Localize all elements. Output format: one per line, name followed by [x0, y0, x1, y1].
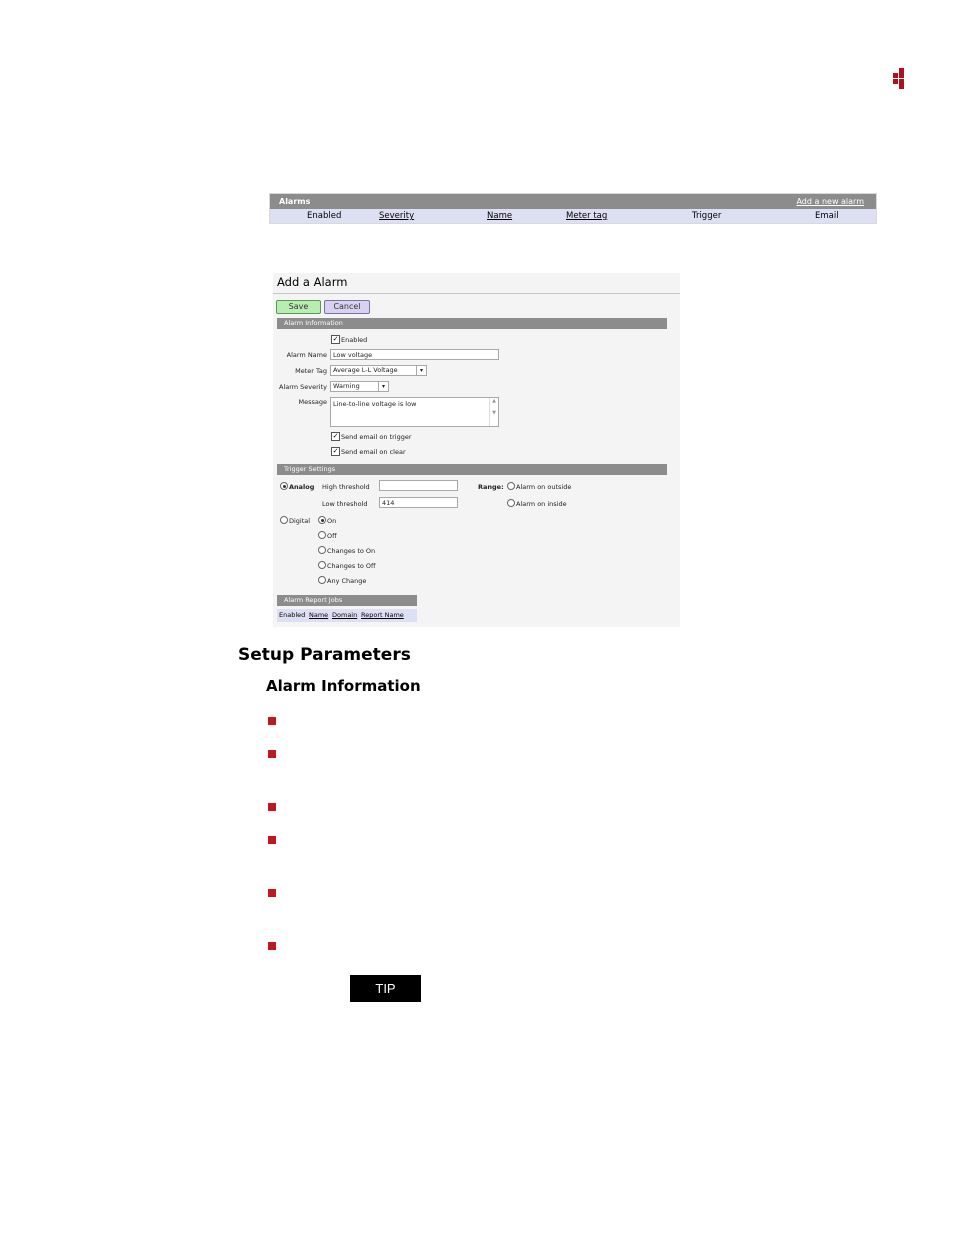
digital-radio[interactable] [280, 516, 288, 524]
digital-on-label: On [327, 517, 337, 525]
column-enabled: Enabled [307, 211, 342, 221]
send-email-clear-label: Send email on clear [341, 448, 406, 456]
any-change-radio[interactable] [318, 576, 326, 584]
high-threshold-input[interactable] [379, 480, 458, 491]
bullet-icon [268, 836, 276, 844]
message-textarea[interactable]: Line-to-line voltage is low ▲ ▼ [330, 397, 499, 427]
alarm-severity-value: Warning [333, 382, 360, 390]
subsection-heading: Alarm Information [266, 677, 421, 695]
bullet-icon [268, 717, 276, 725]
add-new-alarm-link[interactable]: Add a new alarm [796, 194, 864, 209]
range-outside-radio[interactable] [507, 482, 515, 490]
changes-to-off-radio[interactable] [318, 561, 326, 569]
save-button[interactable]: Save [276, 300, 321, 314]
meter-tag-value: Average L-L Voltage [333, 366, 398, 374]
alarm-severity-label: Alarm Severity [278, 383, 327, 391]
digital-off-label: Off [327, 532, 337, 540]
enabled-label: Enabled [341, 336, 368, 344]
report-jobs-columns: Enabled Name Domain Report Name [277, 609, 417, 622]
add-alarm-title: Add a Alarm [277, 275, 348, 289]
bullet-icon [268, 889, 276, 897]
send-email-trigger-checkbox[interactable]: ✓ [331, 432, 340, 441]
jobs-column-domain[interactable]: Domain [332, 609, 357, 622]
jobs-column-name[interactable]: Name [309, 609, 328, 622]
meter-tag-select[interactable]: Average L-L Voltage ▾ [330, 365, 427, 376]
meter-tag-label: Meter Tag [295, 367, 327, 375]
digital-on-radio[interactable] [318, 516, 326, 524]
chevron-down-icon: ▾ [378, 382, 388, 391]
send-email-trigger-label: Send email on trigger [341, 433, 412, 441]
alarms-table-title: Alarms [279, 197, 311, 206]
send-email-clear-checkbox[interactable]: ✓ [331, 447, 340, 456]
alarm-name-label: Alarm Name [286, 351, 327, 359]
chevron-down-icon: ▾ [416, 366, 426, 375]
analog-radio[interactable] [280, 482, 288, 490]
low-threshold-input[interactable]: 414 [379, 497, 458, 508]
title-divider [273, 293, 680, 294]
alarms-table-header: Alarms Add a new alarm [270, 194, 876, 209]
alarm-information-header: Alarm Information [277, 318, 667, 329]
digital-label: Digital [289, 517, 311, 525]
trigger-settings-header: Trigger Settings [277, 464, 667, 475]
tip-badge: TIP [350, 975, 421, 1002]
changes-to-off-label: Changes to Off [327, 562, 376, 570]
any-change-label: Any Change [327, 577, 367, 585]
column-trigger: Trigger [692, 211, 722, 221]
high-threshold-label: High threshold [322, 483, 370, 491]
column-severity[interactable]: Severity [379, 209, 414, 223]
column-email: Email [815, 211, 839, 221]
analog-label: Analog [289, 483, 315, 491]
textarea-scrollbar[interactable]: ▲ ▼ [489, 398, 498, 426]
add-alarm-panel: Add a Alarm Save Cancel Alarm Informatio… [273, 273, 680, 627]
digital-off-radio[interactable] [318, 531, 326, 539]
jobs-column-enabled: Enabled [279, 611, 306, 619]
message-label: Message [298, 398, 328, 406]
enabled-checkbox[interactable]: ✓ [331, 335, 340, 344]
range-inside-radio[interactable] [507, 499, 515, 507]
changes-to-on-label: Changes to On [327, 547, 376, 555]
alarm-report-jobs-header: Alarm Report Jobs [277, 595, 417, 606]
range-outside-label: Alarm on outside [516, 483, 572, 491]
changes-to-on-radio[interactable] [318, 546, 326, 554]
range-label: Range: [478, 483, 504, 491]
range-inside-label: Alarm on inside [516, 500, 567, 508]
brand-logo-icon [893, 68, 907, 89]
bullet-icon [268, 942, 276, 950]
message-value: Line-to-line voltage is low [333, 400, 417, 408]
jobs-column-report-name[interactable]: Report Name [361, 609, 404, 622]
low-threshold-label: Low threshold [322, 500, 368, 508]
column-meter-tag[interactable]: Meter tag [566, 209, 607, 223]
alarm-name-input[interactable]: Low voltage [330, 349, 499, 360]
alarm-severity-select[interactable]: Warning ▾ [330, 381, 389, 392]
alarms-table: Alarms Add a new alarm Enabled Severity … [269, 193, 877, 224]
column-name[interactable]: Name [487, 209, 512, 223]
alarms-table-columns: Enabled Severity Name Meter tag Trigger … [270, 209, 876, 223]
cancel-button[interactable]: Cancel [324, 300, 370, 314]
section-heading: Setup Parameters [238, 645, 411, 665]
bullet-icon [268, 750, 276, 758]
bullet-icon [268, 803, 276, 811]
